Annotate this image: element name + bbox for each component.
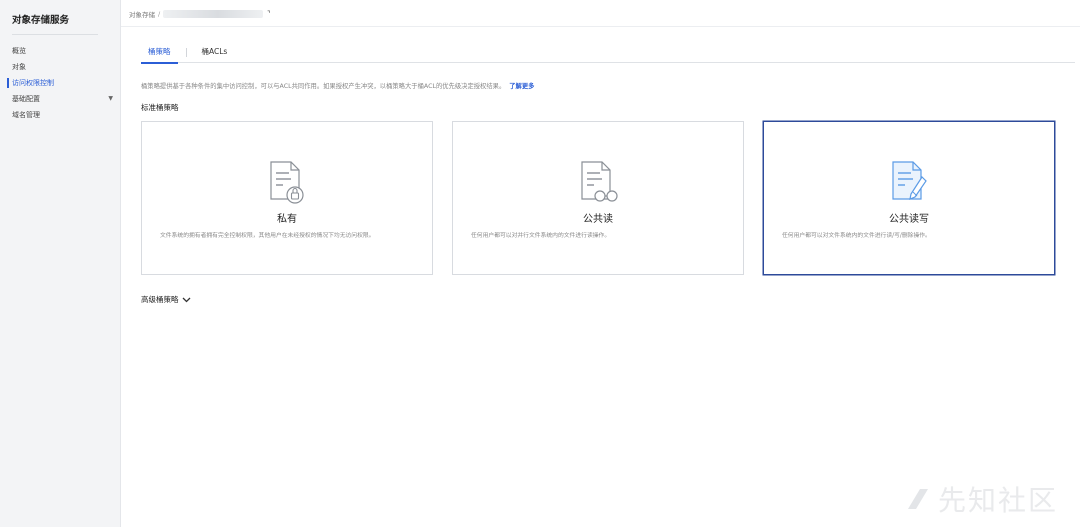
policy-card-title: 私有 [277, 214, 297, 225]
sidebar: 对象存储服务 概览 对象 访问权限控制 基础配置 ▼ 域名管理 [0, 0, 121, 527]
breadcrumb-separator: / [158, 10, 161, 18]
sidebar-item-label: 概览 [12, 47, 26, 55]
policy-description-text: 桶策略提供基于各种条件的集中访问控制，可以与ACL共同作用。如果授权产生冲突，以… [141, 83, 506, 90]
tab-separator [185, 48, 187, 57]
policy-card-description: 文件系统的拥有者拥有完全控制权限，其他用户在未经授权的情况下均无访问权限。 [160, 233, 375, 239]
sidebar-item-objects[interactable]: 对象 [0, 59, 121, 75]
breadcrumb-root[interactable]: 对象存储 [129, 9, 155, 19]
policy-card-public-read[interactable]: 公共读 任何用户都可以对并行文件系统内的文件进行读操作。 [452, 121, 744, 275]
breadcrumb-bucket-mark: ⌝ [267, 10, 271, 18]
sidebar-item-access-control[interactable]: 访问权限控制 [0, 75, 121, 91]
top-bar: 对象存储 / ⌝ [121, 0, 1080, 27]
policy-card-title: 公共读写 [889, 214, 929, 225]
watermark-text: 先知社区 [937, 484, 1058, 517]
policy-card-description: 任何用户都可以对并行文件系统内的文件进行读操作。 [471, 233, 611, 239]
sidebar-item-basic-config[interactable]: 基础配置 ▼ [0, 91, 121, 107]
sidebar-item-label: 对象 [12, 63, 26, 71]
advanced-policy-heading: 高级桶策略 [141, 295, 179, 304]
policy-card-public-read-write[interactable]: 公共读写 任何用户都可以对文件系统内的文件进行读/写/删除操作。 [763, 121, 1055, 275]
document-lock-icon [270, 161, 304, 204]
sidebar-divider [12, 34, 98, 35]
sidebar-item-overview[interactable]: 概览 [0, 43, 121, 59]
watermark: 先知社区 [904, 479, 1058, 519]
tab-bucket-policy[interactable]: 桶策略 [141, 45, 178, 64]
policy-description: 桶策略提供基于各种条件的集中访问控制，可以与ACL共同作用。如果授权产生冲突，以… [141, 81, 534, 90]
sidebar-item-label: 基础配置 [12, 95, 40, 103]
caret-down-icon: ▼ [108, 95, 113, 102]
policy-card-description: 任何用户都可以对文件系统内的文件进行读/写/删除操作。 [782, 233, 931, 239]
policy-card-title: 公共读 [583, 214, 613, 225]
advanced-policy-toggle[interactable]: 高级桶策略 [141, 294, 191, 305]
tab-bucket-acls[interactable]: 桶ACLs [195, 45, 235, 63]
breadcrumb-bucket-name-redacted [163, 10, 264, 18]
standard-policy-heading: 标准桶策略 [141, 103, 179, 112]
main-content: 对象存储 / ⌝ 桶策略 桶ACLs 桶策略提供基于各种条件的集中访问控制，可以… [121, 0, 1080, 527]
tab-bar: 桶策略 桶ACLs [141, 45, 1075, 64]
chevron-down-icon [182, 297, 190, 302]
breadcrumb: 对象存储 / ⌝ [129, 9, 270, 19]
sidebar-item-domain-management[interactable]: 域名管理 [0, 107, 121, 123]
document-pencil-icon [892, 161, 927, 200]
sidebar-item-label: 域名管理 [12, 111, 40, 119]
learn-more-link[interactable]: 了解更多 [509, 83, 534, 90]
sidebar-item-label: 访问权限控制 [12, 79, 54, 87]
sidebar-nav: 概览 对象 访问权限控制 基础配置 ▼ 域名管理 [0, 43, 121, 123]
watermark-logo-icon [907, 489, 928, 509]
policy-card-private[interactable]: 私有 文件系统的拥有者拥有完全控制权限，其他用户在未经授权的情况下均无访问权限。 [141, 121, 433, 275]
sidebar-title: 对象存储服务 [12, 15, 70, 26]
document-glasses-icon [581, 161, 618, 202]
